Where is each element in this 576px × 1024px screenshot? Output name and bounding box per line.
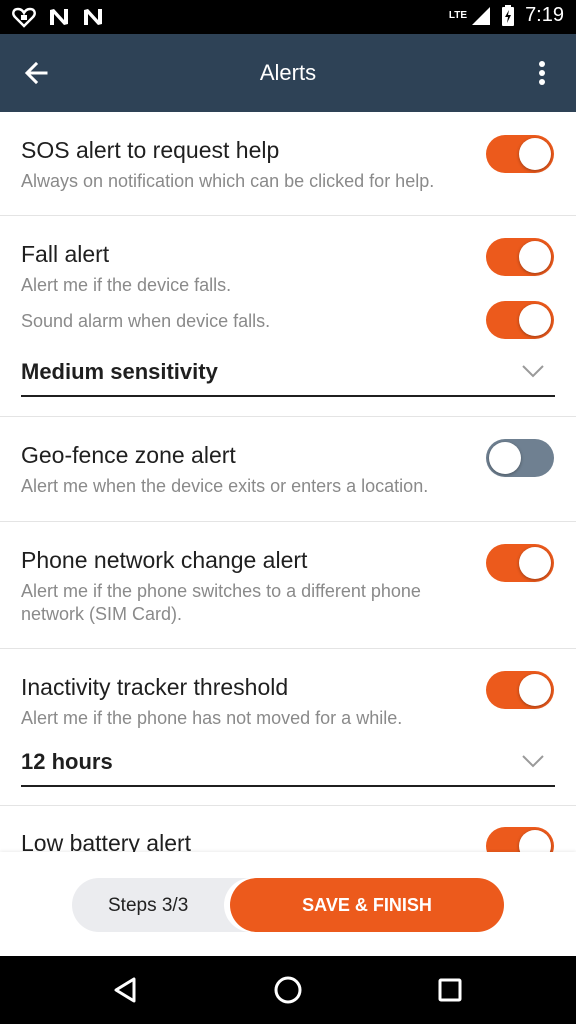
network-type: LTE <box>448 10 468 21</box>
geofence-alert-title: Geo-fence zone alert <box>21 442 236 468</box>
clock: 7:19 <box>525 4 564 26</box>
low-battery-alert-toggle[interactable] <box>486 827 554 852</box>
chevron-down-icon <box>522 365 544 378</box>
network-change-alert-section: Phone network change alert Alert me if t… <box>0 522 576 649</box>
toggle-knob <box>519 304 551 336</box>
fall-sensitivity-value: Medium sensitivity <box>21 359 218 384</box>
battery-charging-icon <box>502 4 515 26</box>
low-battery-alert-title: Low battery alert <box>21 830 192 852</box>
fall-alert-description: Alert me if the device falls. <box>21 275 232 295</box>
geofence-alert-section: Geo-fence zone alert Alert me when the d… <box>0 417 576 522</box>
signal-icon <box>472 6 491 25</box>
app-bar: Alerts <box>0 34 576 112</box>
more-vert-icon <box>539 61 545 85</box>
more-options-button[interactable] <box>532 56 552 92</box>
nav-home-button[interactable] <box>272 974 304 1006</box>
status-bar: LTE 7:19 <box>0 0 576 34</box>
sos-alert-toggle[interactable] <box>486 135 554 173</box>
sos-alert-description: Always on notification which can be clic… <box>21 171 435 191</box>
fall-sound-label: Sound alarm when device falls. <box>21 311 271 331</box>
inactivity-threshold-dropdown[interactable]: 12 hours <box>21 743 555 787</box>
fall-alert-title: Fall alert <box>21 241 110 267</box>
navigation-bar <box>0 956 576 1024</box>
alerts-list[interactable]: SOS alert to request help Always on noti… <box>0 112 576 852</box>
network-change-alert-toggle[interactable] <box>486 544 554 582</box>
page-title: Alerts <box>259 60 317 85</box>
nav-back-button[interactable] <box>110 974 142 1006</box>
toggle-knob <box>519 241 551 273</box>
geofence-alert-description: Alert me when the device exits or enters… <box>21 476 429 496</box>
toggle-knob <box>519 138 551 170</box>
n-icon <box>84 9 102 25</box>
heart-icon <box>12 7 36 28</box>
toggle-knob <box>519 674 551 706</box>
toggle-knob <box>519 547 551 579</box>
network-change-alert-title: Phone network change alert <box>21 547 308 573</box>
inactivity-description: Alert me if the phone has not moved for … <box>21 708 403 728</box>
steps-label: Steps 3/3 <box>108 895 189 916</box>
fall-alert-section: Fall alert Alert me if the device falls.… <box>0 216 576 417</box>
fall-sensitivity-dropdown[interactable]: Medium sensitivity <box>21 353 555 397</box>
triangle-back-icon <box>114 977 136 1003</box>
n-icon <box>50 9 68 25</box>
network-change-alert-description: Alert me if the phone switches to a diff… <box>21 581 421 624</box>
fall-alert-toggle[interactable] <box>486 238 554 276</box>
low-battery-alert-section: Low battery alert <box>0 806 576 852</box>
chevron-down-icon <box>522 755 544 768</box>
geofence-alert-toggle[interactable] <box>486 439 554 477</box>
save-finish-button[interactable]: SAVE & FINISH <box>230 878 504 932</box>
nav-recents-button[interactable] <box>434 974 466 1006</box>
circle-home-icon <box>274 976 302 1004</box>
inactivity-section: Inactivity tracker threshold Alert me if… <box>0 649 576 806</box>
toggle-knob <box>489 442 521 474</box>
action-bar: Steps 3/3 SAVE & FINISH <box>0 852 576 956</box>
inactivity-title: Inactivity tracker threshold <box>21 674 289 700</box>
sos-alert-section: SOS alert to request help Always on noti… <box>0 112 576 216</box>
inactivity-toggle[interactable] <box>486 671 554 709</box>
inactivity-threshold-value: 12 hours <box>21 749 113 774</box>
sos-alert-title: SOS alert to request help <box>21 137 280 163</box>
fall-sound-toggle[interactable] <box>486 301 554 339</box>
square-recents-icon <box>438 978 462 1002</box>
